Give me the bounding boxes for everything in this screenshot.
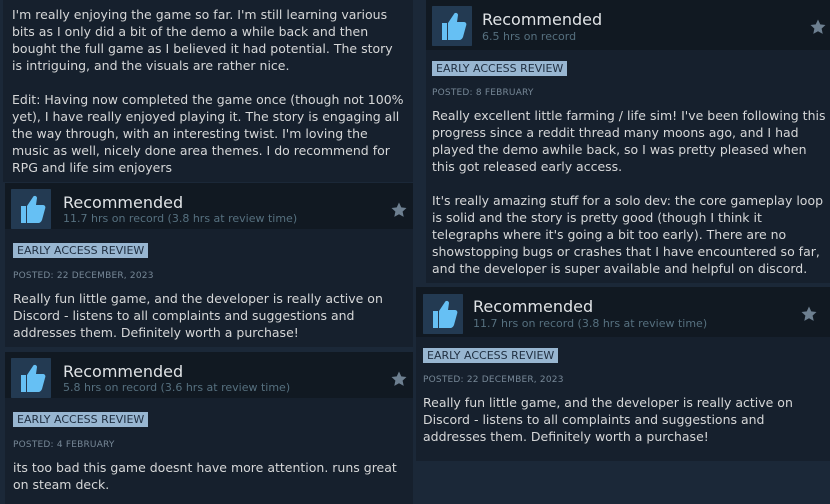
review-paragraph: It's really amazing stuff for a solo dev… [432, 193, 824, 276]
thumbs-up-icon [423, 294, 463, 334]
review-paragraph: Edit: Having now completed the game once… [12, 92, 404, 175]
review-text: Really excellent little farming / life s… [432, 107, 828, 277]
review-text: its too bad this game doesnt have more a… [13, 460, 397, 492]
posted-date: POSTED: 8 FEBRUARY [432, 88, 534, 98]
review-hours: 11.7 hrs on record (3.8 hrs at review ti… [63, 212, 298, 225]
thumbs-up-icon [432, 6, 472, 46]
early-access-badge: EARLY ACCESS REVIEW [432, 61, 568, 76]
posted-date: POSTED: 4 FEBRUARY [13, 440, 115, 450]
left-column: I'm really enjoying the game so far. I'm… [0, 0, 413, 504]
early-access-badge: EARLY ACCESS REVIEW [423, 348, 559, 363]
review-paragraph: Really excellent little farming / life s… [432, 108, 826, 174]
review-verdict[interactable]: Recommended [482, 10, 602, 29]
review-paragraph: I'm really enjoying the game so far. I'm… [12, 7, 393, 73]
thumbs-up-icon [11, 189, 51, 229]
review-hours: 5.8 hrs on record (3.6 hrs at review tim… [63, 381, 291, 394]
posted-date: POSTED: 22 DECEMBER, 2023 [13, 271, 154, 281]
award-star-icon[interactable] [390, 370, 408, 388]
review-verdict[interactable]: Recommended [63, 193, 183, 212]
review-hours: 6.5 hrs on record [482, 30, 577, 43]
review-verdict[interactable]: Recommended [63, 362, 183, 381]
thumbs-up-icon [11, 358, 51, 398]
review-card-top-left: I'm really enjoying the game so far. I'm… [3, 0, 413, 182]
review-verdict[interactable]: Recommended [473, 297, 593, 316]
review-card: Recommended 11.7 hrs on record (3.8 hrs … [416, 287, 830, 461]
posted-date: POSTED: 22 DECEMBER, 2023 [423, 375, 564, 385]
review-text: Really fun little game, and the develope… [13, 291, 383, 340]
review-card: Recommended 5.8 hrs on record (3.6 hrs a… [5, 352, 413, 504]
review-card: Recommended 6.5 hrs on record EARLY ACCE… [426, 0, 830, 283]
review-text: I'm really enjoying the game so far. I'm… [12, 6, 406, 176]
right-column: Recommended 6.5 hrs on record EARLY ACCE… [416, 0, 830, 504]
award-star-icon[interactable] [390, 201, 408, 219]
early-access-badge: EARLY ACCESS REVIEW [13, 243, 149, 258]
early-access-badge: EARLY ACCESS REVIEW [13, 412, 149, 427]
review-text: Really fun little game, and the develope… [423, 395, 793, 444]
award-star-icon[interactable] [800, 305, 818, 323]
review-hours: 11.7 hrs on record (3.8 hrs at review ti… [473, 317, 708, 330]
review-card: Recommended 11.7 hrs on record (3.8 hrs … [5, 183, 413, 347]
award-star-icon[interactable] [809, 18, 827, 36]
